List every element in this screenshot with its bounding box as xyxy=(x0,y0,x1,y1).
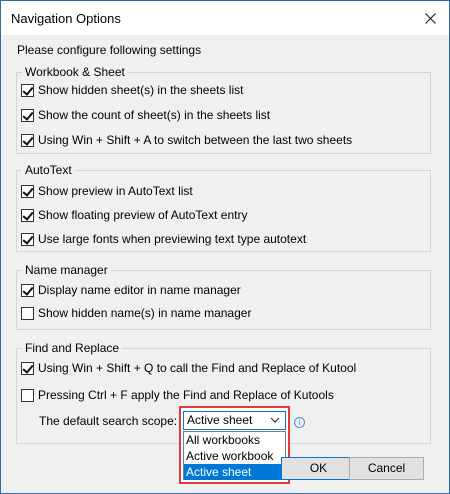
option-label: Show the count of sheet(s) in the sheets… xyxy=(38,108,271,122)
search-scope-label: The default search scope: xyxy=(39,414,178,428)
checkbox[interactable] xyxy=(21,283,34,297)
info-icon[interactable]: i xyxy=(294,417,305,428)
instructions-text: Please configure following settings xyxy=(17,43,202,57)
title-bar[interactable]: Navigation Options xyxy=(1,1,449,35)
search-scope-options: All workbooks Active workbook Active she… xyxy=(183,431,286,480)
checkbox[interactable] xyxy=(21,232,34,246)
option-label: Show floating preview of AutoText entry xyxy=(38,208,248,222)
window-title: Navigation Options xyxy=(11,11,121,26)
checkbox[interactable] xyxy=(21,184,34,198)
option-all-workbooks[interactable]: All workbooks xyxy=(184,432,285,448)
option-label: Using Win + Shift + A to switch between … xyxy=(38,133,353,147)
checkbox[interactable] xyxy=(21,133,34,147)
option-win-shift-q[interactable]: Using Win + Shift + Q to call the Find a… xyxy=(21,359,356,377)
checkbox[interactable] xyxy=(21,108,34,122)
option-label: Show hidden sheet(s) in the sheets list xyxy=(38,83,244,97)
checkbox[interactable] xyxy=(21,83,34,97)
option-label: Use large fonts when previewing text typ… xyxy=(38,232,307,246)
option-label: Pressing Ctrl + F apply the Find and Rep… xyxy=(38,388,334,402)
search-scope-dropdown: Active sheet All workbooks Active workbo… xyxy=(179,406,290,484)
option-label: Show preview in AutoText list xyxy=(38,184,193,198)
option-floating-preview[interactable]: Show floating preview of AutoText entry xyxy=(21,206,247,224)
checkbox[interactable] xyxy=(21,361,34,375)
group-label-find-replace: Find and Replace xyxy=(22,340,123,356)
selected-value: Active sheet xyxy=(187,413,253,427)
checkbox[interactable] xyxy=(21,306,34,320)
option-active-sheet[interactable]: Active sheet xyxy=(184,464,285,480)
option-win-shift-a[interactable]: Using Win + Shift + A to switch between … xyxy=(21,131,352,149)
option-show-sheet-count[interactable]: Show the count of sheet(s) in the sheets… xyxy=(21,106,270,124)
option-show-hidden-sheets[interactable]: Show hidden sheet(s) in the sheets list xyxy=(21,81,243,99)
close-icon xyxy=(424,12,436,24)
option-name-editor[interactable]: Display name editor in name manager xyxy=(21,281,241,299)
cancel-button[interactable]: Cancel xyxy=(349,457,424,480)
option-label: Display name editor in name manager xyxy=(38,283,241,297)
option-large-fonts[interactable]: Use large fonts when previewing text typ… xyxy=(21,230,306,248)
group-label-autotext: AutoText xyxy=(22,162,75,178)
close-button[interactable] xyxy=(415,5,445,31)
option-hidden-names[interactable]: Show hidden name(s) in name manager xyxy=(21,304,251,322)
option-autotext-preview[interactable]: Show preview in AutoText list xyxy=(21,182,193,200)
option-active-workbook[interactable]: Active workbook xyxy=(184,448,285,464)
option-ctrl-f[interactable]: Pressing Ctrl + F apply the Find and Rep… xyxy=(21,386,334,404)
option-label: Using Win + Shift + Q to call the Find a… xyxy=(38,361,357,375)
checkbox[interactable] xyxy=(21,208,34,222)
group-label-workbook: Workbook & Sheet xyxy=(22,64,128,80)
group-label-name-manager: Name manager xyxy=(22,262,111,278)
checkbox[interactable] xyxy=(21,388,34,402)
chevron-down-icon xyxy=(270,417,280,423)
option-label: Show hidden name(s) in name manager xyxy=(38,306,252,320)
search-scope-select[interactable]: Active sheet xyxy=(183,411,286,430)
ok-button[interactable]: OK xyxy=(281,457,356,480)
